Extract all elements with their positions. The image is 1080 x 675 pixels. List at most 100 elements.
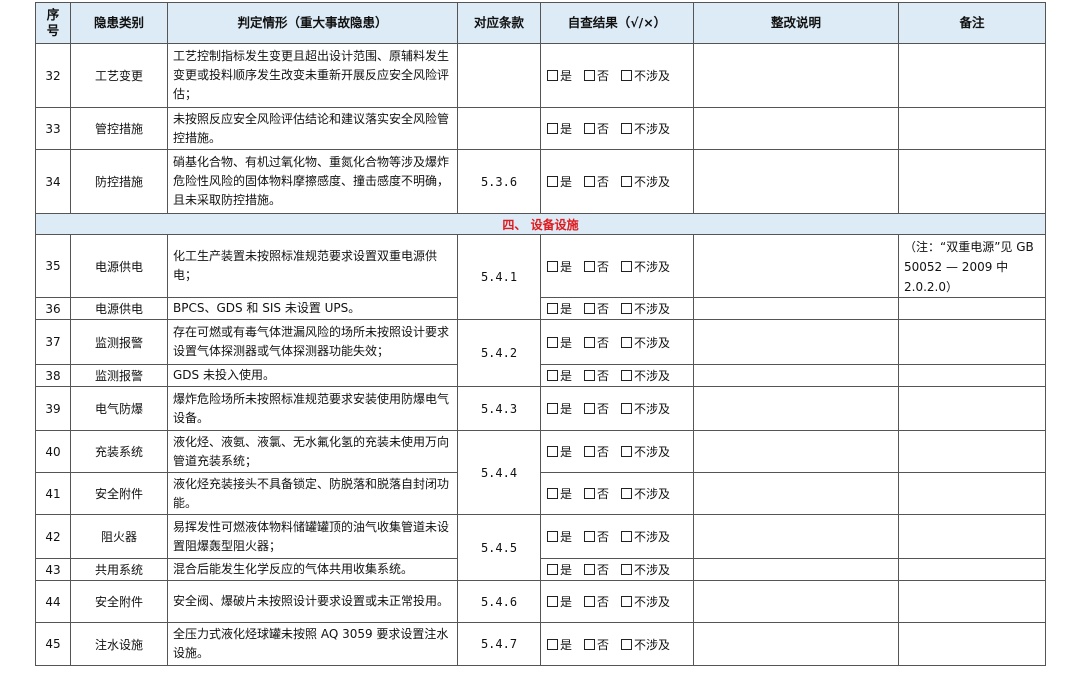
- option-na[interactable]: 不涉及: [621, 122, 670, 136]
- rectify-cell[interactable]: [693, 107, 899, 150]
- checkbox-icon[interactable]: [621, 260, 633, 272]
- checkbox-icon[interactable]: [621, 336, 633, 348]
- checkbox-icon[interactable]: [584, 176, 596, 187]
- option-yes[interactable]: 是: [547, 530, 572, 544]
- option-na[interactable]: 不涉及: [621, 260, 670, 274]
- rectify-cell[interactable]: [693, 580, 899, 623]
- rectify-cell[interactable]: [693, 297, 899, 320]
- checkbox-icon[interactable]: [547, 260, 558, 272]
- option-na[interactable]: 不涉及: [621, 69, 670, 83]
- option-no[interactable]: 否: [584, 445, 609, 459]
- checkbox-icon[interactable]: [621, 303, 633, 314]
- rectify-cell[interactable]: [693, 514, 899, 559]
- remark-cell[interactable]: [898, 149, 1046, 214]
- rectify-cell[interactable]: [693, 472, 899, 515]
- option-no[interactable]: 否: [584, 402, 609, 416]
- option-no[interactable]: 否: [584, 487, 609, 501]
- option-yes[interactable]: 是: [547, 302, 572, 316]
- option-yes[interactable]: 是: [547, 638, 572, 652]
- checkbox-icon[interactable]: [584, 123, 596, 134]
- rectify-cell[interactable]: [693, 149, 899, 214]
- option-yes[interactable]: 是: [547, 595, 572, 609]
- checkbox-icon[interactable]: [621, 446, 633, 457]
- checkbox-icon[interactable]: [547, 488, 558, 499]
- option-yes[interactable]: 是: [547, 563, 572, 577]
- option-na[interactable]: 不涉及: [621, 402, 670, 416]
- option-yes[interactable]: 是: [547, 445, 572, 459]
- checkbox-icon[interactable]: [547, 638, 558, 650]
- rectify-cell[interactable]: [693, 558, 899, 581]
- rectify-cell[interactable]: [693, 364, 899, 387]
- option-no[interactable]: 否: [584, 530, 609, 544]
- checkbox-icon[interactable]: [621, 403, 633, 414]
- option-no[interactable]: 否: [584, 302, 609, 316]
- option-no[interactable]: 否: [584, 563, 609, 577]
- checkbox-icon[interactable]: [547, 596, 558, 607]
- checkbox-icon[interactable]: [621, 123, 633, 134]
- option-na[interactable]: 不涉及: [621, 445, 670, 459]
- option-na[interactable]: 不涉及: [621, 595, 670, 609]
- checkbox-icon[interactable]: [621, 488, 633, 499]
- checkbox-icon[interactable]: [584, 446, 596, 457]
- checkbox-icon[interactable]: [547, 176, 558, 187]
- checkbox-icon[interactable]: [547, 446, 558, 457]
- checkbox-icon[interactable]: [547, 70, 558, 81]
- checkbox-icon[interactable]: [547, 370, 558, 381]
- rectify-cell[interactable]: [693, 319, 899, 365]
- option-na[interactable]: 不涉及: [621, 336, 670, 350]
- checkbox-icon[interactable]: [621, 370, 633, 381]
- remark-cell[interactable]: [898, 558, 1046, 581]
- checkbox-icon[interactable]: [584, 336, 596, 348]
- checkbox-icon[interactable]: [621, 70, 633, 81]
- remark-cell[interactable]: [898, 43, 1046, 108]
- option-no[interactable]: 否: [584, 595, 609, 609]
- remark-cell[interactable]: （注：“双重电源”见 GB 50052 — 2009 中 2.0.2.0）: [898, 234, 1046, 298]
- checkbox-icon[interactable]: [547, 531, 558, 542]
- checkbox-icon[interactable]: [584, 531, 596, 542]
- rectify-cell[interactable]: [693, 43, 899, 108]
- option-yes[interactable]: 是: [547, 369, 572, 383]
- option-no[interactable]: 否: [584, 69, 609, 83]
- checkbox-icon[interactable]: [547, 303, 558, 314]
- option-no[interactable]: 否: [584, 122, 609, 136]
- option-no[interactable]: 否: [584, 175, 609, 189]
- remark-cell[interactable]: [898, 430, 1046, 473]
- option-yes[interactable]: 是: [547, 260, 572, 274]
- checkbox-icon[interactable]: [547, 564, 558, 575]
- checkbox-icon[interactable]: [584, 303, 596, 314]
- remark-cell[interactable]: [898, 107, 1046, 150]
- checkbox-icon[interactable]: [584, 260, 596, 272]
- option-no[interactable]: 否: [584, 638, 609, 652]
- checkbox-icon[interactable]: [621, 176, 633, 187]
- option-na[interactable]: 不涉及: [621, 487, 670, 501]
- option-na[interactable]: 不涉及: [621, 530, 670, 544]
- option-yes[interactable]: 是: [547, 122, 572, 136]
- option-no[interactable]: 否: [584, 336, 609, 350]
- checkbox-icon[interactable]: [584, 70, 596, 81]
- checkbox-icon[interactable]: [621, 638, 633, 650]
- rectify-cell[interactable]: [693, 386, 899, 431]
- rectify-cell[interactable]: [693, 622, 899, 666]
- option-no[interactable]: 否: [584, 369, 609, 383]
- option-no[interactable]: 否: [584, 260, 609, 274]
- checkbox-icon[interactable]: [584, 488, 596, 499]
- option-yes[interactable]: 是: [547, 402, 572, 416]
- checkbox-icon[interactable]: [584, 403, 596, 414]
- checkbox-icon[interactable]: [621, 596, 633, 607]
- option-na[interactable]: 不涉及: [621, 563, 670, 577]
- option-na[interactable]: 不涉及: [621, 369, 670, 383]
- option-yes[interactable]: 是: [547, 175, 572, 189]
- checkbox-icon[interactable]: [584, 638, 596, 650]
- rectify-cell[interactable]: [693, 430, 899, 473]
- remark-cell[interactable]: [898, 297, 1046, 320]
- checkbox-icon[interactable]: [584, 370, 596, 381]
- checkbox-icon[interactable]: [547, 123, 558, 134]
- checkbox-icon[interactable]: [584, 564, 596, 575]
- remark-cell[interactable]: [898, 514, 1046, 559]
- remark-cell[interactable]: [898, 386, 1046, 431]
- checkbox-icon[interactable]: [547, 403, 558, 414]
- remark-cell[interactable]: [898, 622, 1046, 666]
- option-yes[interactable]: 是: [547, 69, 572, 83]
- option-na[interactable]: 不涉及: [621, 175, 670, 189]
- checkbox-icon[interactable]: [584, 596, 596, 607]
